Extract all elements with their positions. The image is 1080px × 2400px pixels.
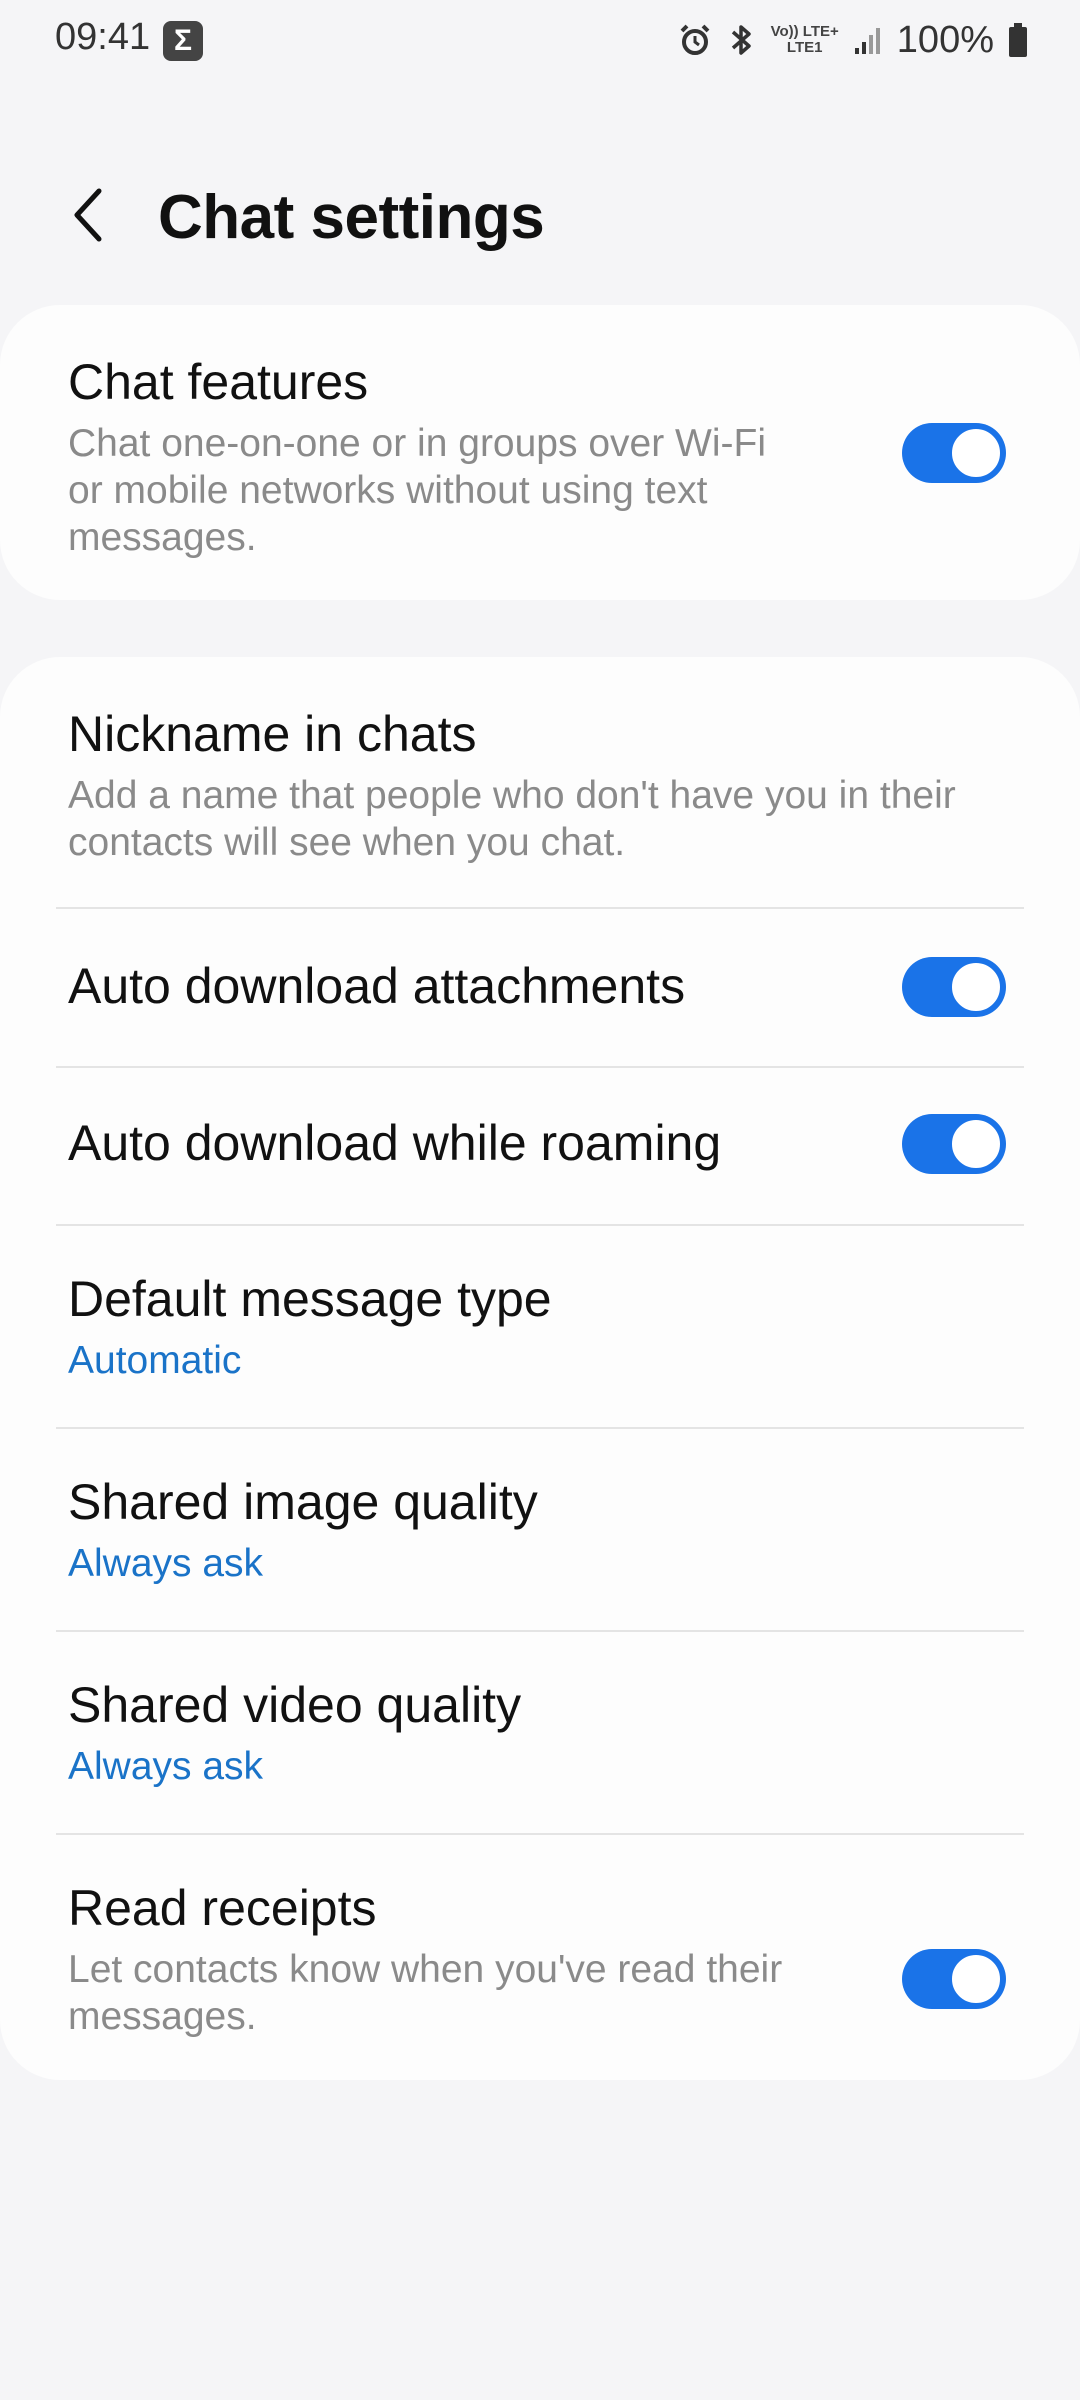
toggle-knob [948,1951,1004,2007]
network-top-label: Vo)) LTE+ [770,23,839,40]
auto-download-roaming-title: Auto download while roaming [68,1115,722,1171]
network-type-label: Vo)) LTE+ LTE1 [771,24,839,56]
status-time: 09:41 [55,16,151,58]
nickname-description: Add a name that people who don't have yo… [68,774,956,864]
battery-icon [1008,22,1028,58]
auto-download-attachments-title: Auto download attachments [68,958,686,1014]
shared-image-quality-title: Shared image quality [68,1474,538,1530]
toggle-knob [948,1116,1004,1172]
toggle-knob [948,959,1004,1015]
default-message-type-title: Default message type [68,1271,552,1327]
chevron-left-icon [74,188,102,242]
toggle-knob [948,425,1004,481]
read-receipts-row[interactable]: Read receipts Let contacts know when you… [0,1835,1080,2080]
battery-level: 100% [896,18,994,61]
nickname-title: Nickname in chats [68,706,477,762]
signal-icon [853,24,883,56]
read-receipts-description: Let contacts know when you've read their… [68,1948,783,2038]
status-bar: 09:41 Σ Vo)) LTE+ LTE1 100% [0,0,1080,80]
network-bottom-label: LTE1 [786,39,823,56]
back-button[interactable] [52,180,122,250]
auto-download-attachments-toggle[interactable] [902,957,1006,1017]
read-receipts-title: Read receipts [68,1880,377,1936]
chat-settings-card: Nickname in chats Add a name that people… [0,657,1080,2080]
alarm-icon [677,22,713,58]
status-icons: Vo)) LTE+ LTE1 100% [677,16,1028,64]
shared-video-quality-title: Shared video quality [68,1677,522,1733]
chat-features-description: Chat one-on-one or in groups over Wi-Fi … [68,422,766,559]
shared-image-quality-value: Always ask [68,1542,264,1585]
auto-download-attachments-row[interactable]: Auto download attachments [0,909,1080,1066]
default-message-type-row[interactable]: Default message type Automatic [0,1226,1080,1427]
shared-video-quality-row[interactable]: Shared video quality Always ask [0,1632,1080,1833]
app-header: Chat settings [0,160,1080,270]
nickname-row[interactable]: Nickname in chats Add a name that people… [0,657,1080,907]
auto-download-roaming-toggle[interactable] [902,1114,1006,1174]
sigma-notification-icon: Σ [163,21,203,61]
shared-image-quality-row[interactable]: Shared image quality Always ask [0,1429,1080,1630]
chat-features-toggle[interactable] [902,423,1006,483]
auto-download-roaming-row[interactable]: Auto download while roaming [0,1068,1080,1225]
default-message-type-value: Automatic [68,1339,242,1382]
chat-features-card: Chat features Chat one-on-one or in grou… [0,305,1080,600]
chat-features-title: Chat features [68,354,369,410]
bluetooth-icon [727,22,757,58]
shared-video-quality-value: Always ask [68,1745,264,1788]
page-title: Chat settings [158,183,545,252]
chat-features-row[interactable]: Chat features Chat one-on-one or in grou… [0,305,1080,600]
read-receipts-toggle[interactable] [902,1949,1006,2009]
